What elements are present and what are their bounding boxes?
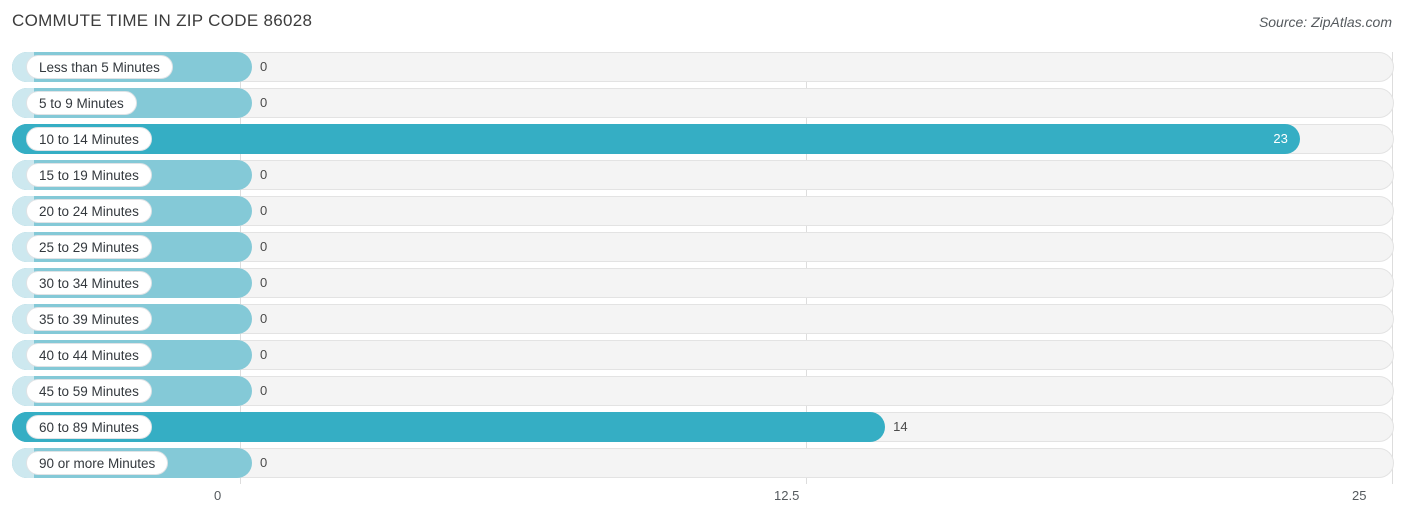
bar-category-label: Less than 5 Minutes <box>26 55 173 79</box>
bar-row: 90 or more Minutes 0 <box>12 448 1394 478</box>
bar-row: 15 to 19 Minutes 0 <box>12 160 1394 190</box>
bar-row: 10 to 14 Minutes 23 <box>12 124 1394 154</box>
page-title: COMMUTE TIME IN ZIP CODE 86028 <box>12 11 313 30</box>
source-attribution: Source: ZipAtlas.com <box>1258 14 1392 30</box>
bar-category-label: 45 to 59 Minutes <box>26 379 152 403</box>
plot-area: Less than 5 Minutes 0 5 to 9 Minutes 0 10 to… <box>12 52 1394 484</box>
bar-row: 25 to 29 Minutes 0 <box>12 232 1394 262</box>
bar-value-label: 0 <box>260 203 268 218</box>
bar <box>12 124 1300 154</box>
bar-category-label: 5 to 9 Minutes <box>26 91 137 115</box>
bar-value-label: 23 <box>1273 131 1288 146</box>
bar-row: 30 to 34 Minutes 0 <box>12 268 1394 298</box>
bar-category-label: 15 to 19 Minutes <box>26 163 152 187</box>
bar-category-label: 40 to 44 Minutes <box>26 343 152 367</box>
x-tick-2: 25 <box>1352 488 1367 503</box>
chart-page: COMMUTE TIME IN ZIP CODE 86028 Source: Z… <box>0 0 1406 524</box>
bar-row: Less than 5 Minutes 0 <box>12 52 1394 82</box>
bar-value-label: 0 <box>260 383 268 398</box>
bar-row: 40 to 44 Minutes 0 <box>12 340 1394 370</box>
bar-value-label: 0 <box>260 347 268 362</box>
bar-row: 45 to 59 Minutes 0 <box>12 376 1394 406</box>
bar-row: 60 to 89 Minutes 14 <box>12 412 1394 442</box>
x-tick-0: 0 <box>214 488 222 503</box>
bar-category-label: 35 to 39 Minutes <box>26 307 152 331</box>
bar-value-label: 0 <box>260 95 268 110</box>
bar-category-label: 60 to 89 Minutes <box>26 415 152 439</box>
bar-row: 35 to 39 Minutes 0 <box>12 304 1394 334</box>
x-tick-1: 12.5 <box>774 488 800 503</box>
bar-category-label: 10 to 14 Minutes <box>26 127 152 151</box>
bar-value-label: 14 <box>893 419 908 434</box>
bar-row: 20 to 24 Minutes 0 <box>12 196 1394 226</box>
bar-value-label: 0 <box>260 311 268 326</box>
bar-category-label: 25 to 29 Minutes <box>26 235 152 259</box>
x-axis: 0 12.5 25 <box>12 488 1394 508</box>
bar-category-label: 30 to 34 Minutes <box>26 271 152 295</box>
bar-category-label: 20 to 24 Minutes <box>26 199 152 223</box>
bar-value-label: 0 <box>260 59 268 74</box>
bar-value-label: 0 <box>260 275 268 290</box>
bar-value-label: 0 <box>260 167 268 182</box>
bar-category-label: 90 or more Minutes <box>26 451 169 475</box>
bar-rows: Less than 5 Minutes 0 5 to 9 Minutes 0 10 to… <box>12 52 1394 484</box>
bar-row: 5 to 9 Minutes 0 <box>12 88 1394 118</box>
bar-value-label: 0 <box>260 239 268 254</box>
bar-value-label: 0 <box>260 455 268 470</box>
